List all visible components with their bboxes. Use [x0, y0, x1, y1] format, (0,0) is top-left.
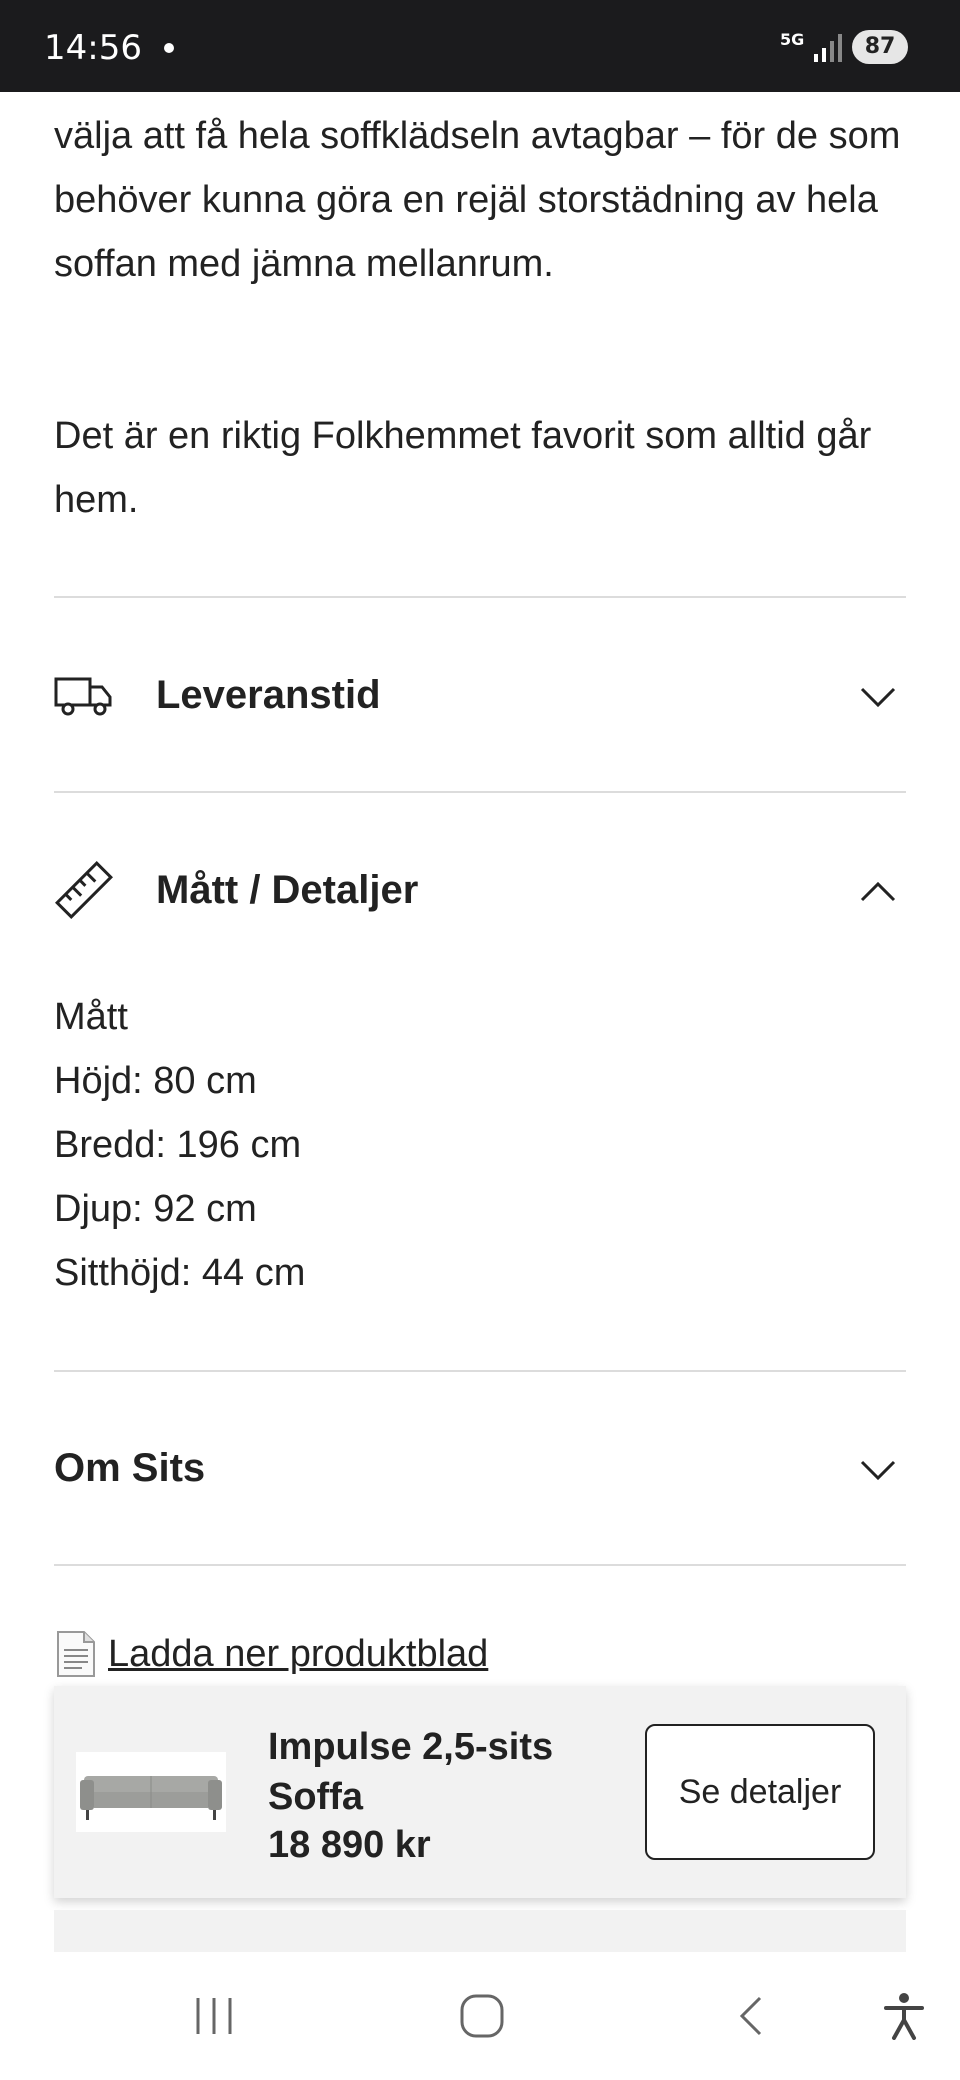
status-bar: 14:56 5G 87: [0, 0, 960, 92]
ruler-icon: [54, 860, 114, 920]
dimension-seat-height: Sitthöjd: 44 cm: [54, 1252, 306, 1294]
dimension-height: Höjd: 80 cm: [54, 1060, 257, 1102]
back-icon: [739, 1996, 762, 2036]
dimensions-heading: Mått: [54, 996, 128, 1038]
product-name: Impulse 2,5-sits Soffa: [268, 1726, 554, 1818]
accordion-title: Leveranstid: [156, 672, 381, 717]
chevron-down-icon[interactable]: [858, 677, 898, 717]
signal-icon: [814, 34, 842, 62]
description-paragraph-2: Det är en riktig Folkhemmet favorit som …: [54, 415, 872, 521]
dimensions-details: Mått Höjd: 80 cm Bredd: 196 cm Djup: 92 …: [54, 985, 305, 1305]
download-label: Ladda ner produktblad: [108, 1632, 489, 1675]
back-button[interactable]: [722, 1986, 782, 2046]
download-product-sheet-link[interactable]: Ladda ner produktblad: [54, 1630, 488, 1678]
dimension-width: Bredd: 196 cm: [54, 1124, 302, 1166]
product-thumbnail[interactable]: [76, 1752, 226, 1832]
system-navigation-bar: [0, 1952, 960, 2080]
accordion-matt-detaljer[interactable]: Mått / Detaljer: [54, 840, 906, 940]
dimension-depth: Djup: 92 cm: [54, 1188, 257, 1230]
accessibility-button[interactable]: [874, 1986, 934, 2046]
home-icon: [460, 1994, 504, 2038]
accordion-leveranstid[interactable]: Leveranstid: [54, 645, 906, 745]
accordion-title: Om Sits: [54, 1445, 206, 1490]
recent-apps-button[interactable]: [184, 1986, 244, 2046]
accessibility-icon: [884, 1993, 924, 2040]
chevron-up-icon[interactable]: [858, 872, 898, 912]
document-icon: [57, 1631, 95, 1677]
divider: [54, 1370, 906, 1372]
sticky-product-bar: Impulse 2,5-sits Soffa 18 890 kr Se deta…: [54, 1686, 906, 1898]
divider: [54, 791, 906, 793]
truck-icon: [54, 665, 114, 725]
see-details-button[interactable]: Se detaljer: [645, 1724, 875, 1860]
status-time: 14:56: [44, 28, 142, 68]
notification-dot-icon: [164, 43, 174, 53]
divider: [54, 596, 906, 598]
divider: [54, 1564, 906, 1566]
description-paragraph-1: välja att få hela soffklädseln avtagbar …: [54, 115, 901, 285]
chevron-down-icon[interactable]: [858, 1450, 898, 1490]
accordion-title: Mått / Detaljer: [156, 867, 419, 912]
recent-apps-icon: [196, 1998, 232, 2034]
battery-indicator: 87: [852, 30, 908, 64]
home-button[interactable]: [452, 1986, 512, 2046]
product-price: 18 890 kr: [268, 1824, 431, 1866]
network-type: 5G: [780, 30, 805, 49]
accordion-om-sits[interactable]: Om Sits: [54, 1418, 906, 1518]
footer-strip: [54, 1910, 906, 1952]
